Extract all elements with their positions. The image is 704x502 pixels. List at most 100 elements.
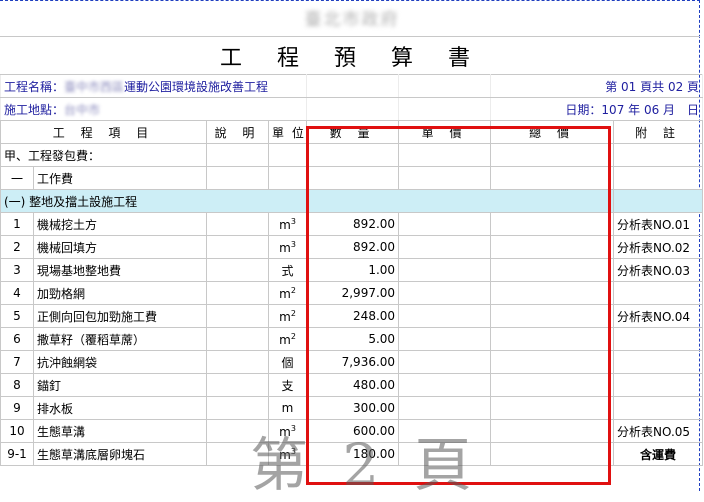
item-desc (206, 212, 269, 236)
item-desc (206, 327, 269, 351)
item-unit: 式 (267, 258, 308, 282)
item-qty: 7,936.00 (306, 350, 400, 374)
col-header-note: 附 註 (613, 120, 704, 144)
document-title: 工 程 預 算 書 (220, 46, 484, 71)
item-unit (267, 143, 308, 167)
item-number: 1 (0, 212, 34, 236)
item-name: 生態草溝底層卵塊石 (33, 442, 207, 466)
project-row: 工程名稱：臺中市西區運動公園環境設施改善工程 第 01 頁共 02 頁 (0, 74, 704, 98)
item-note (613, 396, 704, 420)
table-row: 6 撒草籽（覆稻草蓆） m2 5.00 (0, 327, 704, 351)
item-unit-price (398, 235, 492, 259)
item-note (613, 281, 704, 305)
item-total-price (490, 396, 615, 420)
item-qty: 480.00 (306, 373, 400, 397)
item-name: 正側向回包加勁施工費 (33, 304, 207, 328)
table-row: 2 機械回填方 m3 892.00 分析表NO.02 (0, 235, 704, 259)
table-row: 8 錨釘 支 480.00 (0, 373, 704, 397)
item-name: 撒草籽（覆稻草蓆） (33, 327, 207, 351)
item-total-price (490, 281, 615, 305)
item-number: 3 (0, 258, 34, 282)
item-number: 7 (0, 350, 34, 374)
item-total-price (490, 304, 615, 328)
item-qty (306, 166, 400, 190)
site-redacted: 台中市 (64, 102, 101, 117)
item-total-price (490, 212, 615, 236)
table-row: 3 現場基地整地費 式 1.00 分析表NO.03 (0, 258, 704, 282)
item-note (613, 143, 704, 167)
unit-text: m (281, 401, 294, 415)
section-label: (一) 整地及擋土設施工程 (0, 189, 615, 213)
item-qty: 5.00 (306, 327, 400, 351)
page-info: 第 01 頁共 02 頁 (490, 74, 704, 98)
item-name: 機械挖土方 (33, 212, 207, 236)
site-cell: 施工地點：台中市 (0, 97, 308, 121)
item-note (613, 350, 704, 374)
item-name: 工作費 (33, 166, 207, 190)
blank-cell (306, 74, 400, 98)
unit-exponent: 3 (290, 239, 296, 249)
item-unit-price (398, 258, 492, 282)
item-number: 4 (0, 281, 34, 305)
item-unit: 個 (267, 350, 308, 374)
col-header-total: 總 價 (490, 120, 615, 144)
item-name: 現場基地整地費 (33, 258, 207, 282)
table-row: 1 機械挖土方 m3 892.00 分析表NO.01 (0, 212, 704, 236)
item-unit-price (398, 281, 492, 305)
item-unit: m3 (267, 212, 308, 236)
site-row: 施工地點：台中市 日期：107 年 06 月 日 (0, 97, 704, 121)
col-header-item: 工 程 項 目 (0, 120, 207, 144)
item-qty: 892.00 (306, 212, 400, 236)
unit-text: m (279, 309, 291, 324)
item-total-price (490, 442, 615, 466)
title-rule (0, 36, 700, 37)
item-name: 排水板 (33, 396, 207, 420)
item-unit-price (398, 166, 492, 190)
item-total-price (490, 235, 615, 259)
table-row: 10 生態草溝 m3 600.00 分析表NO.05 (0, 419, 704, 443)
unit-text: m (279, 424, 291, 439)
item-qty: 180.00 (306, 442, 400, 466)
item-total-price (490, 419, 615, 443)
item-qty (306, 143, 400, 167)
unit-exponent: 2 (290, 331, 296, 341)
item-total-price (490, 327, 615, 351)
item-unit-price (398, 419, 492, 443)
item-number: 2 (0, 235, 34, 259)
item-number: 一 (0, 166, 34, 190)
column-header-row: 工 程 項 目 說 明 單 位 數 量 單 價 總 價 附 註 (0, 120, 704, 144)
item-desc (206, 419, 269, 443)
project-label: 工程名稱： (4, 79, 65, 94)
item-total-price (490, 350, 615, 374)
item-desc (206, 235, 269, 259)
item-number: 5 (0, 304, 34, 328)
table-row: 甲、工程發包費： (0, 143, 704, 167)
project-name: 運動公園環境設施改善工程 (124, 79, 269, 94)
item-unit-price (398, 304, 492, 328)
item-name: 生態草溝 (33, 419, 207, 443)
item-unit: 支 (267, 373, 308, 397)
org-name-redacted: 臺北市政府 (304, 10, 400, 30)
blank-cell (306, 97, 400, 121)
item-desc (206, 373, 269, 397)
table-row: 7 抗沖蝕網袋 個 7,936.00 (0, 350, 704, 374)
item-note: 分析表NO.01 (613, 212, 704, 236)
item-unit: m3 (267, 442, 308, 466)
item-number: 8 (0, 373, 34, 397)
col-header-qty: 數 量 (306, 120, 400, 144)
budget-table: 工程名稱：臺中市西區運動公園環境設施改善工程 第 01 頁共 02 頁 施工地點… (0, 74, 704, 466)
item-desc (206, 281, 269, 305)
note-cell (613, 189, 704, 213)
item-qty: 2,997.00 (306, 281, 400, 305)
item-total-price (490, 373, 615, 397)
category-label: 甲、工程發包費： (0, 143, 207, 167)
item-unit: m3 (267, 419, 308, 443)
item-note: 含運費 (613, 442, 704, 466)
item-unit-price (398, 373, 492, 397)
col-header-price: 單 價 (398, 120, 492, 144)
item-unit: m (267, 396, 308, 420)
item-note (613, 327, 704, 351)
item-total-price (490, 143, 615, 167)
blank-cell (398, 74, 492, 98)
item-qty: 600.00 (306, 419, 400, 443)
